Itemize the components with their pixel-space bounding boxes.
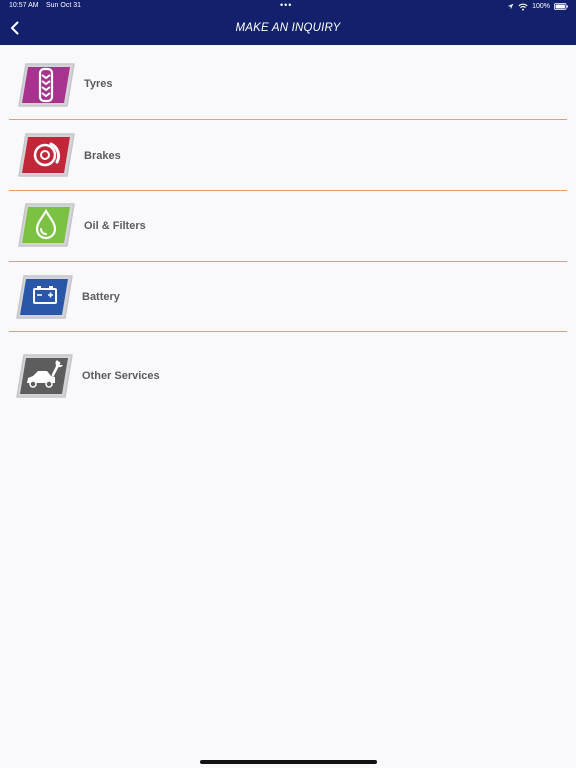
navigation-bar: 10:57 AM Sun Oct 31 ••• 100% MAKE AN INQ… (0, 0, 576, 45)
service-item-tyres[interactable]: Tyres (0, 45, 576, 115)
divider (9, 261, 567, 262)
status-time: 10:57 AM (9, 2, 39, 9)
service-item-oil-filters[interactable]: Oil & Filters (0, 192, 576, 262)
divider (9, 119, 567, 120)
tyre-tread-icon (17, 62, 75, 108)
home-indicator[interactable] (200, 760, 377, 764)
battery-percent: 100% (532, 3, 550, 10)
divider (9, 331, 567, 332)
service-label-other-services: Other Services (82, 370, 160, 382)
brake-disc-icon (17, 132, 75, 178)
battery-icon (554, 3, 568, 10)
wifi-icon (518, 3, 528, 11)
inquiry-screen: 10:57 AM Sun Oct 31 ••• 100% MAKE AN INQ… (0, 0, 576, 768)
oil-drop-icon (17, 202, 75, 248)
car-wrench-icon (15, 353, 73, 399)
service-item-other-services[interactable]: Other Services (0, 333, 576, 403)
service-label-battery: Battery (82, 291, 120, 303)
multitasking-dots[interactable]: ••• (280, 0, 292, 10)
service-label-oil-filters: Oil & Filters (84, 220, 146, 232)
status-indicators: 100% (507, 2, 568, 11)
service-item-battery[interactable]: Battery (0, 263, 576, 333)
status-date: Sun Oct 31 (46, 2, 82, 9)
car-battery-icon (15, 274, 73, 320)
service-label-brakes: Brakes (84, 150, 121, 162)
service-item-brakes[interactable]: Brakes (0, 121, 576, 191)
page-title: MAKE AN INQUIRY (235, 22, 341, 34)
divider (9, 190, 567, 191)
location-icon (507, 3, 514, 10)
service-label-tyres: Tyres (84, 78, 113, 90)
